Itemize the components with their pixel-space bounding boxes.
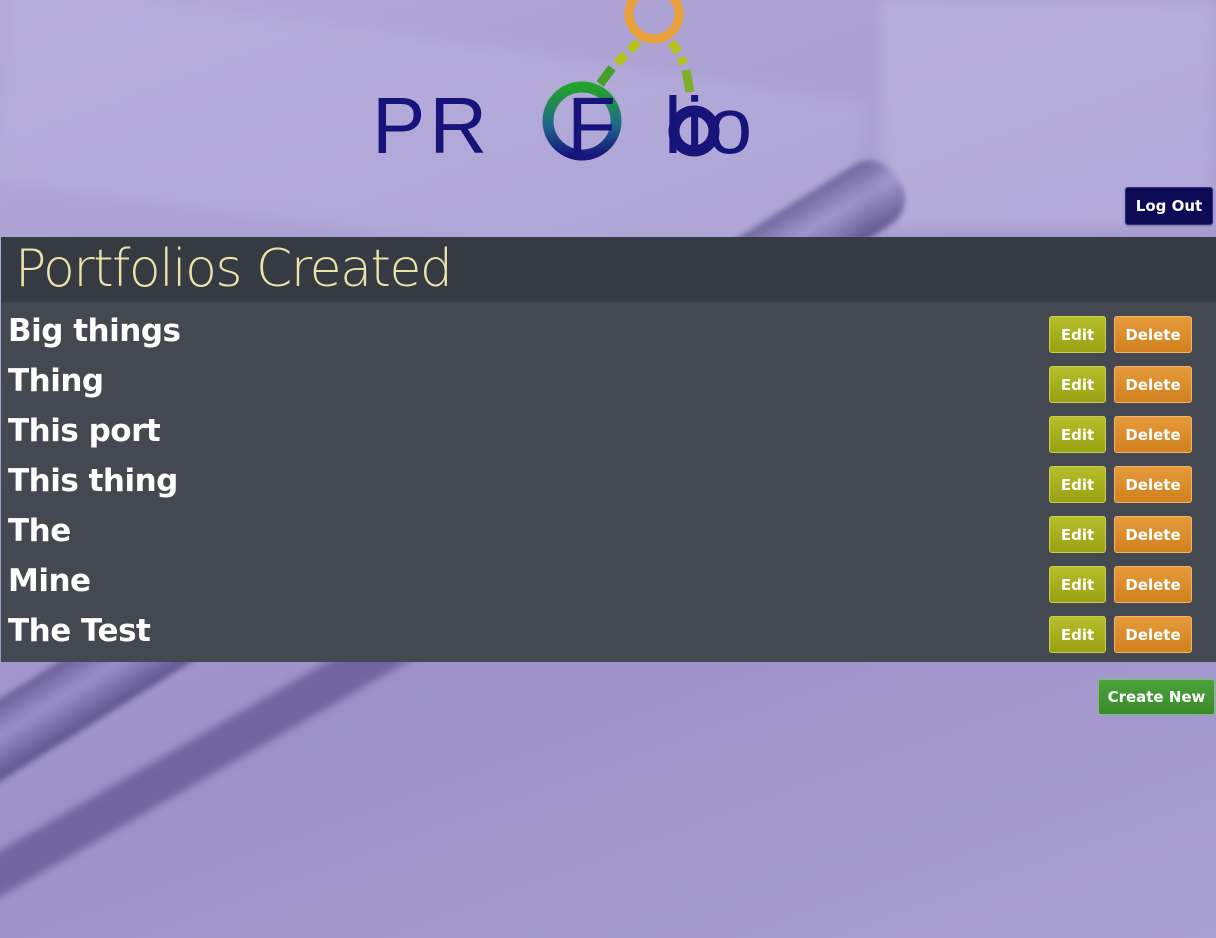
- edit-button[interactable]: Edit: [1049, 516, 1106, 553]
- portfolio-name: Mine: [8, 563, 91, 599]
- logout-button[interactable]: Log Out: [1125, 187, 1213, 225]
- delete-button[interactable]: Delete: [1114, 516, 1192, 553]
- edit-button[interactable]: Edit: [1049, 616, 1106, 653]
- portfolio-name: The: [8, 513, 71, 549]
- delete-button[interactable]: Delete: [1114, 616, 1192, 653]
- portfolio-row: Mine Edit Delete: [1, 557, 1216, 607]
- portfolio-list: Big things Edit Delete Thing Edit Delete This …: [1, 302, 1216, 662]
- delete-button[interactable]: Delete: [1114, 366, 1192, 403]
- portfolios-panel: Portfolios Created Big things Edit Delete T…: [1, 237, 1216, 662]
- delete-button[interactable]: Delete: [1114, 466, 1192, 503]
- portfolio-row: The Edit Delete: [1, 507, 1216, 557]
- logo-text-pr: PR: [372, 81, 492, 170]
- delete-button[interactable]: Delete: [1114, 316, 1192, 353]
- portfolio-name: This thing: [8, 463, 178, 499]
- edit-button[interactable]: Edit: [1049, 366, 1106, 403]
- profolio-logo: PR Flio: [372, 0, 852, 170]
- delete-button[interactable]: Delete: [1114, 416, 1192, 453]
- portfolio-name: Thing: [8, 363, 104, 399]
- portfolio-row: Thing Edit Delete: [1, 357, 1216, 407]
- portfolio-name: The Test: [8, 613, 151, 649]
- portfolio-name: Big things: [8, 313, 181, 349]
- panel-header: Portfolios Created: [1, 237, 1216, 302]
- delete-button[interactable]: Delete: [1114, 566, 1192, 603]
- edit-button[interactable]: Edit: [1049, 316, 1106, 353]
- portfolio-row: This thing Edit Delete: [1, 457, 1216, 507]
- portfolio-row: The Test Edit Delete: [1, 607, 1216, 657]
- portfolio-name: This port: [8, 413, 161, 449]
- edit-button[interactable]: Edit: [1049, 566, 1106, 603]
- logo-text-lio: lio: [664, 81, 757, 170]
- create-new-button[interactable]: Create New: [1098, 679, 1215, 715]
- edit-button[interactable]: Edit: [1049, 466, 1106, 503]
- logo-text-f: F: [567, 81, 621, 170]
- edit-button[interactable]: Edit: [1049, 416, 1106, 453]
- page-title: Portfolios Created: [15, 239, 453, 299]
- portfolio-row: Big things Edit Delete: [1, 307, 1216, 357]
- logo-text: PR Flio: [372, 86, 756, 166]
- portfolio-row: This port Edit Delete: [1, 407, 1216, 457]
